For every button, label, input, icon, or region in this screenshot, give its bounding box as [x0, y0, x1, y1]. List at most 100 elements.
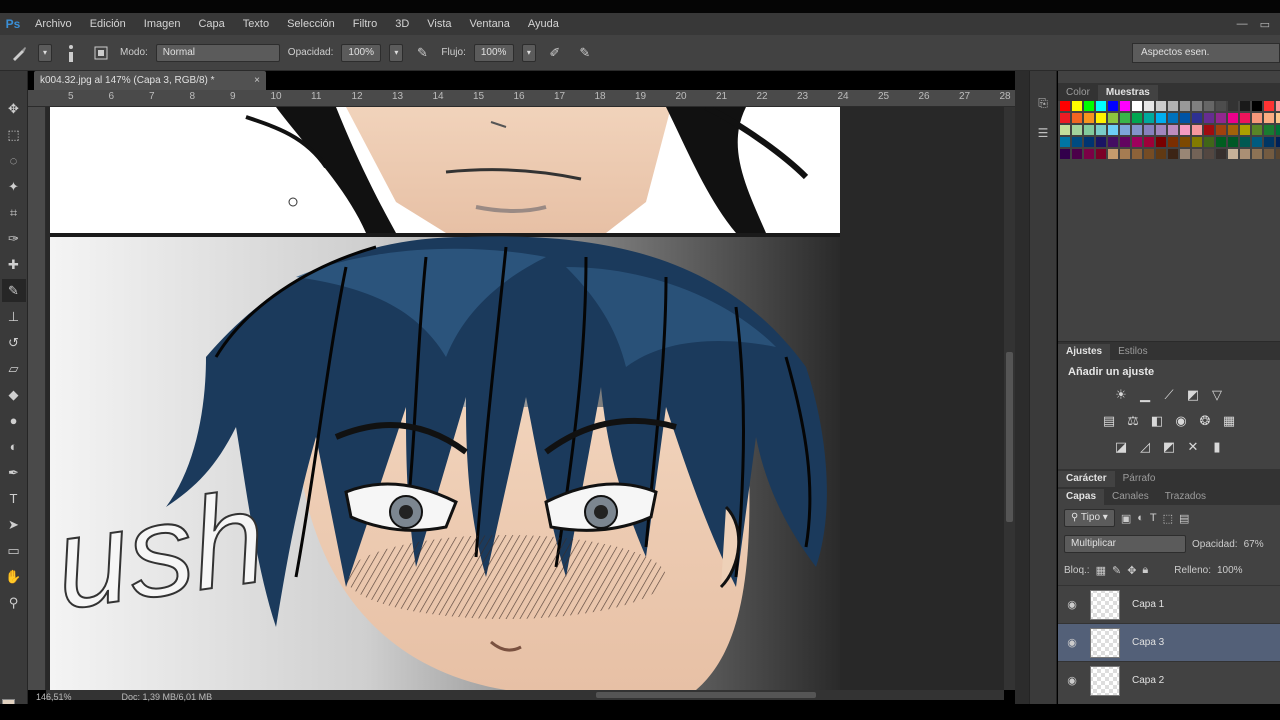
color-swatch[interactable] [1096, 101, 1106, 111]
tab-paragraph[interactable]: Párrafo [1115, 471, 1164, 487]
posterize-icon[interactable]: ◿ [1136, 438, 1154, 456]
color-swatch[interactable] [1192, 137, 1202, 147]
color-swatch[interactable] [1132, 125, 1142, 135]
color-swatch[interactable] [1072, 101, 1082, 111]
visibility-eye-icon[interactable]: ◉ [1058, 598, 1086, 611]
threshold-icon[interactable]: ◩ [1160, 438, 1178, 456]
zoom-tool-icon[interactable]: ⚲ [2, 591, 26, 614]
document-tab[interactable]: k004.32.jpg al 147% (Capa 3, RGB/8) * × [34, 71, 266, 90]
flow-dropdown-icon[interactable]: ▾ [521, 43, 536, 62]
selective-color-icon[interactable]: ✕ [1184, 438, 1202, 456]
color-swatch[interactable] [1264, 113, 1274, 123]
color-swatch[interactable] [1108, 149, 1118, 159]
layer-row[interactable]: ◉ Capa 3 [1058, 623, 1280, 661]
lock-image-icon[interactable]: ✎ [1112, 564, 1121, 577]
color-swatch[interactable] [1144, 101, 1154, 111]
color-swatch[interactable] [1276, 125, 1280, 135]
color-swatch[interactable] [1060, 113, 1070, 123]
menu-item[interactable]: 3D [386, 13, 418, 35]
color-swatch[interactable] [1264, 101, 1274, 111]
healing-brush-tool-icon[interactable]: ✚ [2, 253, 26, 276]
paint-bucket-tool-icon[interactable]: ◆ [2, 383, 26, 406]
color-swatch[interactable] [1276, 113, 1280, 123]
quick-selection-tool-icon[interactable]: ✦ [2, 175, 26, 198]
filter-pixel-icon[interactable]: ▣ [1121, 512, 1131, 525]
menu-item[interactable]: Filtro [344, 13, 386, 35]
color-swatch[interactable] [1156, 101, 1166, 111]
color-swatch[interactable] [1072, 149, 1082, 159]
color-swatch[interactable] [1156, 125, 1166, 135]
color-swatch[interactable] [1096, 149, 1106, 159]
color-swatch[interactable] [1240, 149, 1250, 159]
flow-input[interactable]: 100% [473, 43, 514, 62]
document-size[interactable]: Doc: 1,39 MB/6,01 MB [122, 692, 213, 702]
exposure-icon[interactable]: ◩ [1184, 386, 1202, 404]
move-tool-icon[interactable]: ✥ [2, 97, 26, 120]
layer-row[interactable]: ◉ Capa 1 [1058, 585, 1280, 623]
color-swatch[interactable] [1228, 113, 1238, 123]
color-swatch[interactable] [1216, 149, 1226, 159]
type-tool-icon[interactable]: T [2, 487, 26, 510]
gradient-map-icon[interactable]: ▮ [1208, 438, 1226, 456]
rectangle-tool-icon[interactable]: ▭ [2, 539, 26, 562]
color-swatch[interactable] [1264, 149, 1274, 159]
filter-type-icon[interactable]: T [1150, 512, 1157, 524]
marquee-tool-icon[interactable]: ⬚ [2, 123, 26, 146]
tab-color[interactable]: Color [1058, 85, 1098, 101]
color-swatch[interactable] [1252, 101, 1262, 111]
color-swatch[interactable] [1192, 101, 1202, 111]
tab-paths[interactable]: Trazados [1157, 489, 1214, 505]
color-swatch[interactable] [1192, 149, 1202, 159]
eraser-tool-icon[interactable]: ▱ [2, 357, 26, 380]
color-swatch[interactable] [1120, 113, 1130, 123]
curves-icon[interactable]: ⟋ [1160, 386, 1178, 404]
opacity-dropdown-icon[interactable]: ▾ [389, 43, 404, 62]
close-icon[interactable]: × [254, 71, 260, 90]
color-swatch[interactable] [1084, 137, 1094, 147]
lock-all-icon[interactable]: 🔒︎ [1142, 564, 1148, 577]
color-swatch[interactable] [1180, 113, 1190, 123]
color-swatch[interactable] [1168, 137, 1178, 147]
color-swatch[interactable] [1096, 137, 1106, 147]
color-swatch[interactable] [1192, 113, 1202, 123]
color-swatch[interactable] [1120, 137, 1130, 147]
color-swatch[interactable] [1132, 137, 1142, 147]
color-swatch[interactable] [1252, 137, 1262, 147]
color-swatch[interactable] [1168, 125, 1178, 135]
lock-transparent-icon[interactable]: ▦ [1096, 564, 1106, 577]
preset-dropdown-icon[interactable]: ▾ [38, 43, 52, 62]
color-swatch[interactable] [1120, 101, 1130, 111]
filter-smart-object-icon[interactable]: ▤ [1179, 512, 1189, 525]
color-swatch[interactable] [1144, 149, 1154, 159]
color-swatch[interactable] [1168, 149, 1178, 159]
color-swatch[interactable] [1144, 137, 1154, 147]
color-swatch[interactable] [1240, 137, 1250, 147]
color-swatch[interactable] [1132, 149, 1142, 159]
color-swatch[interactable] [1132, 113, 1142, 123]
color-swatch[interactable] [1204, 113, 1214, 123]
color-swatch[interactable] [1072, 137, 1082, 147]
invert-icon[interactable]: ◪ [1112, 438, 1130, 456]
color-swatch[interactable] [1168, 113, 1178, 123]
color-swatch[interactable] [1084, 101, 1094, 111]
color-swatch[interactable] [1156, 137, 1166, 147]
photo-filter-icon[interactable]: ◉ [1172, 412, 1190, 430]
menu-item[interactable]: Selección [278, 13, 344, 35]
color-swatch[interactable] [1276, 137, 1280, 147]
history-brush-tool-icon[interactable]: ↺ [2, 331, 26, 354]
lock-position-icon[interactable]: ✥ [1127, 564, 1136, 577]
properties-panel-icon[interactable]: ☰ [1033, 123, 1053, 143]
minimize-icon[interactable]: — [1237, 18, 1248, 31]
pressure-opacity-icon[interactable]: ✎ [411, 42, 433, 64]
layer-opacity-value[interactable]: 67% [1244, 539, 1264, 550]
color-swatch[interactable] [1216, 125, 1226, 135]
pressure-size-icon[interactable]: ✎ [574, 42, 596, 64]
tab-swatches[interactable]: Muestras [1097, 85, 1158, 101]
horizontal-scroll-thumb[interactable] [596, 692, 816, 698]
tab-adjustments[interactable]: Ajustes [1058, 344, 1111, 360]
color-swatch[interactable] [1120, 125, 1130, 135]
tab-layers[interactable]: Capas [1058, 489, 1105, 505]
color-swatch[interactable] [1108, 137, 1118, 147]
color-swatch[interactable] [1228, 149, 1238, 159]
color-swatch[interactable] [1084, 149, 1094, 159]
